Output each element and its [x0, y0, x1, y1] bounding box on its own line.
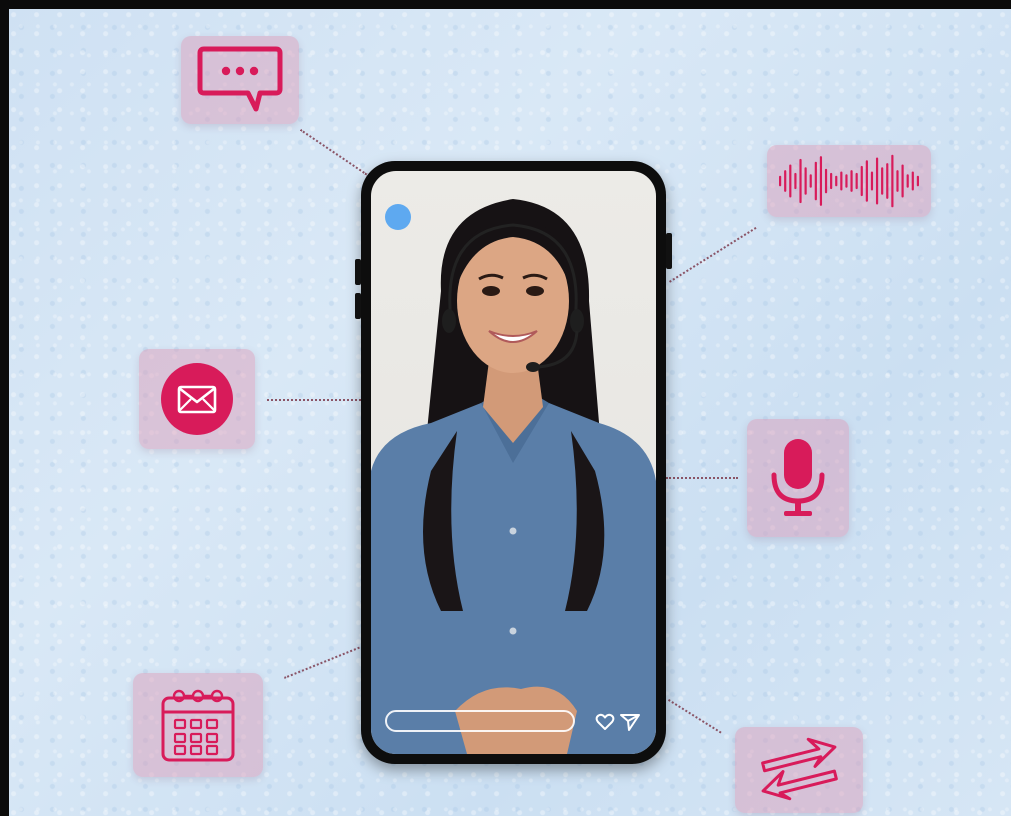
connector-transfer [667, 699, 722, 734]
connector-voice [669, 226, 757, 283]
connector-calendar [284, 644, 367, 679]
connector-email [267, 399, 361, 401]
chat-tile[interactable] [181, 36, 299, 124]
calendar-day-cell [189, 744, 203, 756]
calendar-day-cell [205, 732, 219, 744]
send-icon[interactable] [619, 712, 641, 732]
microphone-icon [771, 439, 825, 516]
heart-icon[interactable] [595, 712, 615, 732]
transfer-tile[interactable] [735, 727, 863, 813]
calendar-day-cell [189, 732, 203, 744]
illustration-canvas [0, 0, 1011, 816]
phone-screen [371, 171, 656, 754]
calendar-day-cell [205, 718, 219, 730]
comment-input[interactable] [385, 710, 575, 732]
envelope-icon [161, 363, 233, 435]
phone-power-button [666, 233, 672, 269]
voice-tile[interactable] [767, 145, 931, 217]
smartphone [355, 161, 672, 764]
transfer-arrows-icon [761, 737, 838, 801]
calendar-tile[interactable] [133, 673, 263, 777]
calendar-day-cell [173, 744, 187, 756]
sound-wave-icon [779, 154, 919, 208]
calendar-day-cell [189, 718, 203, 730]
status-dot [385, 204, 411, 230]
email-tile[interactable] [139, 349, 255, 449]
calendar-icon [161, 689, 235, 762]
connector-microphone [666, 477, 738, 479]
calendar-day-cell [173, 718, 187, 730]
calendar-day-cell [205, 744, 219, 756]
connector-chat [299, 129, 368, 176]
support-agent-photo [371, 199, 656, 754]
calendar-day-cell [173, 732, 187, 744]
microphone-tile[interactable] [747, 419, 849, 537]
phone-side-button [355, 293, 361, 319]
phone-side-button [355, 259, 361, 285]
chat-bubble-icon [197, 46, 283, 112]
